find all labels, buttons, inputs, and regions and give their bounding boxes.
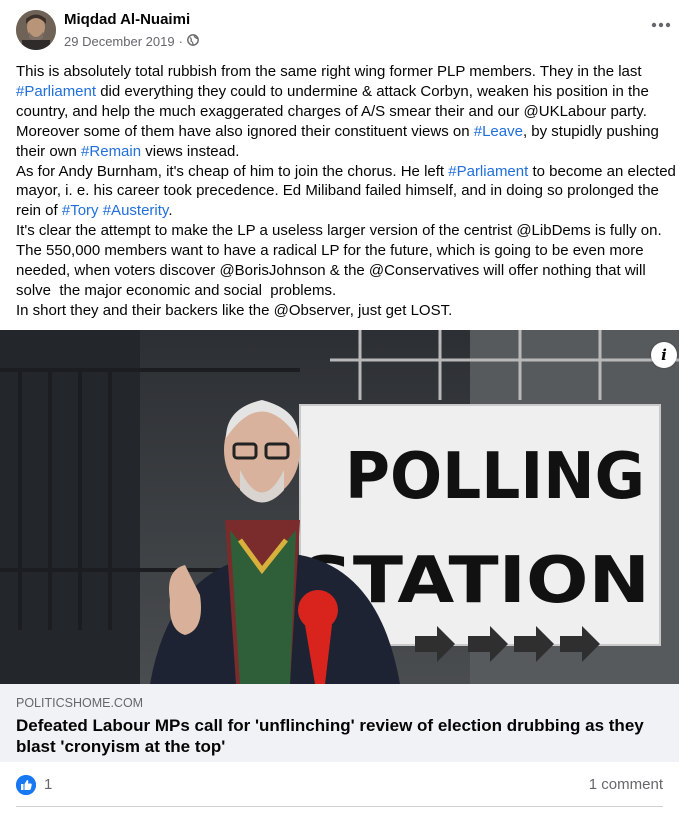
like-count[interactable]: 1 [44,776,52,793]
hashtag-link[interactable]: #Leave [474,123,523,140]
hashtag-link[interactable]: #Parliament [16,83,96,100]
like-icon[interactable] [16,775,36,795]
info-icon[interactable]: i [651,342,677,368]
link-domain: POLITICSHOME.COM [16,696,144,710]
author-name[interactable]: Miqdad Al-Nuaimi [64,11,190,28]
globe-icon [187,34,199,49]
post-header: Miqdad Al-Nuaimi 29 December 2019 · [16,8,675,54]
post-text-segment: This is absolutely total rubbish from th… [16,63,646,80]
more-dots-icon[interactable] [647,16,675,36]
hashtag-link[interactable]: #Austerity [103,202,169,219]
post-text: This is absolutely total rubbish from th… [16,62,676,321]
link-preview[interactable]: POLITICSHOME.COM Defeated Labour MPs cal… [0,684,679,762]
hashtag-link[interactable]: #Parliament [448,163,528,180]
post-text-segment: . It's clear the attempt to make the LP … [16,202,662,319]
sign-text-polling: POLLING [345,440,645,514]
hashtag-link[interactable]: #Tory [62,202,99,219]
post-meta: 29 December 2019 · [64,34,199,49]
post-date[interactable]: 29 December 2019 [64,34,175,49]
divider [16,806,663,807]
polling-station-photo: POLLING STATION [0,330,679,684]
hashtag-link[interactable]: #Remain [81,143,141,160]
avatar[interactable] [16,10,56,50]
date-separator: · [178,34,183,49]
post-card: Miqdad Al-Nuaimi 29 December 2019 · This… [0,0,691,814]
comment-count[interactable]: 1 comment [589,776,663,793]
post-stats: 1 1 comment [16,772,663,798]
link-title[interactable]: Defeated Labour MPs call for 'unflinchin… [16,715,656,757]
avatar-photo [16,10,56,50]
link-preview-image[interactable]: POLLING STATION [0,330,679,684]
